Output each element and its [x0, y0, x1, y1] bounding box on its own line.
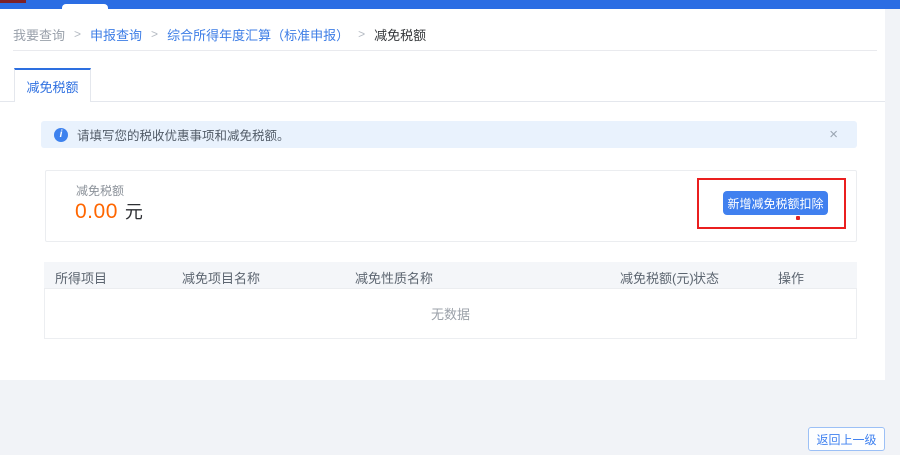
- table-empty-body: 无数据: [45, 289, 856, 338]
- close-icon[interactable]: ×: [829, 127, 844, 142]
- breadcrumb: 我要查询 > 申报查询 > 综合所得年度汇算（标准申报） > 减免税额: [13, 25, 426, 43]
- breadcrumb-item-annual-settlement[interactable]: 综合所得年度汇算（标准申报）: [167, 25, 349, 44]
- tab-jianmian-shuie[interactable]: 减免税额: [14, 68, 91, 102]
- breadcrumb-separator: >: [358, 27, 365, 41]
- column-header-deduction-nature-name: 减免性质名称: [355, 268, 433, 287]
- column-header-actions: 操作: [778, 268, 804, 287]
- info-banner: i 请填写您的税收优惠事项和减免税额。 ×: [41, 121, 857, 148]
- column-header-deduction-item-name: 减免项目名称: [182, 268, 260, 287]
- annotation-mark: [796, 216, 800, 220]
- amount-value: 0.00: [75, 200, 118, 224]
- browser-top-strip: [0, 0, 900, 9]
- info-icon: i: [54, 128, 68, 142]
- breadcrumb-item-current: 减免税额: [374, 25, 426, 44]
- summary-card: 减免税额 0.00 元 新增减免税额扣除: [45, 170, 857, 242]
- summary-label: 减免税额: [76, 182, 124, 199]
- breadcrumb-divider: [13, 50, 877, 51]
- add-deduction-button[interactable]: 新增减免税额扣除: [723, 191, 828, 215]
- back-button[interactable]: 返回上一级: [808, 427, 885, 451]
- tab-label: 减免税额: [26, 77, 78, 96]
- breadcrumb-separator: >: [74, 27, 81, 41]
- topbar-red-fragment: [0, 0, 26, 3]
- tab-bottom-border: [0, 101, 885, 102]
- main-panel: 我要查询 > 申报查询 > 综合所得年度汇算（标准申报） > 减免税额 减免税额…: [0, 9, 885, 380]
- breadcrumb-item-shenbao-chaxun[interactable]: 申报查询: [90, 25, 142, 44]
- deduction-table: 所得项目 减免项目名称 减免性质名称 减免税额(元) 状态 操作 无数据: [44, 262, 857, 339]
- empty-state-text: 无数据: [431, 304, 470, 323]
- column-header-income-item: 所得项目: [55, 268, 107, 287]
- amount-unit: 元: [125, 198, 143, 224]
- breadcrumb-separator: >: [151, 27, 158, 41]
- column-header-status: 状态: [693, 268, 719, 287]
- banner-text: 请填写您的税收优惠事项和减免税额。: [77, 125, 290, 144]
- column-header-deduction-amount: 减免税额(元): [620, 268, 694, 287]
- table-header-row: 所得项目 减免项目名称 减免性质名称 减免税额(元) 状态 操作: [44, 262, 857, 289]
- breadcrumb-item-wo-yao-cha-xun[interactable]: 我要查询: [13, 25, 65, 44]
- summary-value: 0.00 元: [75, 198, 143, 224]
